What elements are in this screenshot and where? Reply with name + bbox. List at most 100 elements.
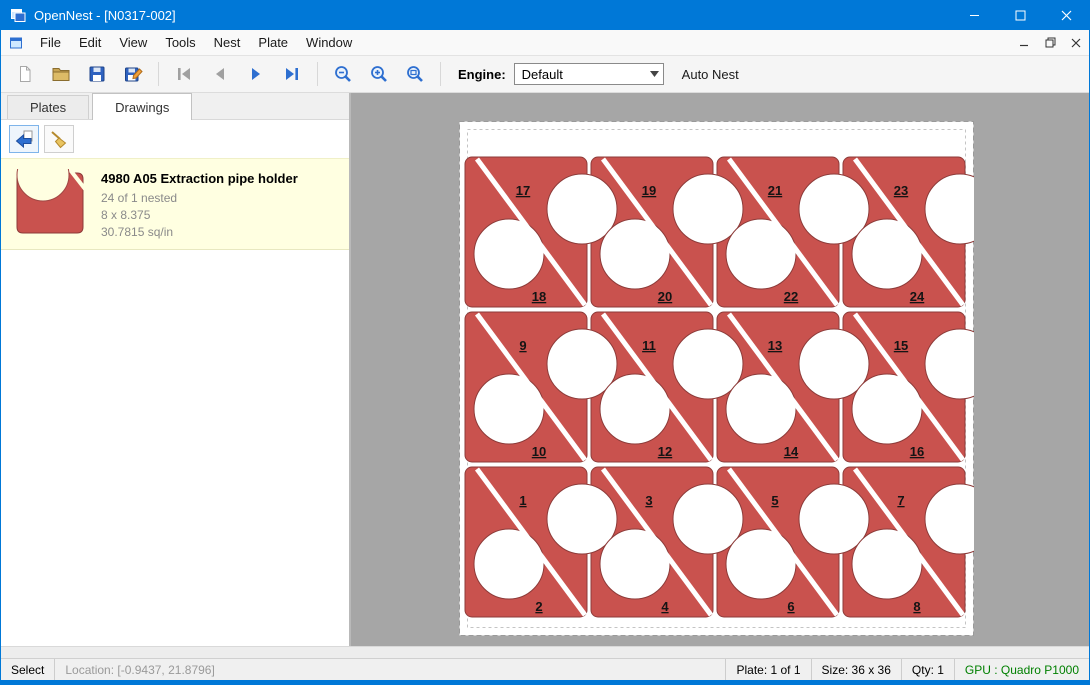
sidebar-tabbar: Plates Drawings <box>1 93 349 120</box>
part-cutout <box>726 529 796 599</box>
zoom-in-button[interactable] <box>361 59 397 89</box>
horizontal-scrollbar[interactable] <box>1 646 1089 658</box>
part-number: 17 <box>516 183 530 198</box>
document-icon[interactable] <box>9 36 23 50</box>
part-number: 23 <box>894 183 908 198</box>
toolbar-separator <box>317 62 318 86</box>
part-cutout <box>852 529 922 599</box>
app-window: OpenNest - [N0317-002] File Edit View To… <box>0 0 1090 685</box>
engine-value: Default <box>522 67 650 82</box>
part-number: 21 <box>768 183 782 198</box>
menu-item-tools[interactable]: Tools <box>156 31 204 54</box>
auto-nest-button[interactable]: Auto Nest <box>682 67 739 82</box>
new-button[interactable] <box>7 59 43 89</box>
part-number: 11 <box>642 338 656 353</box>
nav-next-button[interactable] <box>238 59 274 89</box>
engine-select[interactable]: Default <box>514 63 664 85</box>
main-toolbar: Engine: Default Auto Nest <box>1 56 1089 93</box>
part-cutout <box>726 374 796 444</box>
zoom-fit-button[interactable] <box>397 59 433 89</box>
menu-item-view[interactable]: View <box>110 31 156 54</box>
next-plate-icon <box>246 64 266 84</box>
zoom-out-icon <box>333 64 353 84</box>
part-cutout <box>600 374 670 444</box>
drawing-title: 4980 A05 Extraction pipe holder <box>101 171 298 186</box>
sidebar: Plates Drawings <box>1 93 351 646</box>
part-number: 10 <box>532 444 546 459</box>
part-cutout <box>474 374 544 444</box>
zoom-in-icon <box>369 64 389 84</box>
nav-first-button[interactable] <box>166 59 202 89</box>
save-as-button[interactable] <box>115 59 151 89</box>
clear-drawings-button[interactable] <box>44 125 74 153</box>
part-number: 12 <box>658 444 672 459</box>
menu-item-nest[interactable]: Nest <box>205 31 250 54</box>
part-number: 22 <box>784 289 798 304</box>
save-icon <box>87 64 107 84</box>
replace-drawing-button[interactable] <box>9 125 39 153</box>
part-number: 2 <box>535 599 542 614</box>
last-plate-icon <box>282 64 302 84</box>
nav-prev-button[interactable] <box>202 59 238 89</box>
status-bar: Select Location: [-0.9437, 21.8796] Plat… <box>1 658 1089 680</box>
nest-canvas[interactable]: 171819202122232491011121314151612345678 <box>351 93 1089 646</box>
window-bottom-border <box>1 680 1089 685</box>
nav-last-button[interactable] <box>274 59 310 89</box>
plate-svg: 171819202122232491011121314151612345678 <box>459 121 974 636</box>
menu-item-plate[interactable]: Plate <box>249 31 297 54</box>
part-cutout <box>474 529 544 599</box>
toolbar-separator <box>158 62 159 86</box>
drawing-nested-count: 24 of 1 nested <box>101 190 298 207</box>
status-gpu: GPU : Quadro P1000 <box>955 659 1089 680</box>
menu-item-window[interactable]: Window <box>297 31 361 54</box>
save-edit-icon <box>123 64 143 84</box>
part-number: 9 <box>519 338 526 353</box>
part-number: 15 <box>894 338 908 353</box>
part-number: 3 <box>645 493 652 508</box>
mdi-restore-button[interactable] <box>1037 32 1063 54</box>
broom-icon <box>49 129 69 149</box>
part-number: 24 <box>910 289 925 304</box>
tab-plates[interactable]: Plates <box>7 95 89 119</box>
part-number: 18 <box>532 289 546 304</box>
engine-label: Engine: <box>458 67 506 82</box>
toolbar-separator <box>440 62 441 86</box>
title-bar: OpenNest - [N0317-002] <box>1 0 1089 30</box>
arrow-left-icon <box>14 129 34 149</box>
save-button[interactable] <box>79 59 115 89</box>
part-number: 8 <box>913 599 920 614</box>
part-number: 1 <box>519 493 526 508</box>
maximize-button[interactable] <box>997 0 1043 30</box>
part-number: 5 <box>771 493 778 508</box>
part-number: 20 <box>658 289 672 304</box>
open-button[interactable] <box>43 59 79 89</box>
drawing-list-item[interactable]: 4980 A05 Extraction pipe holder 24 of 1 … <box>1 158 349 250</box>
status-mode: Select <box>1 659 55 680</box>
drawing-thumbnail <box>11 167 89 239</box>
zoom-out-button[interactable] <box>325 59 361 89</box>
part-cutout <box>726 219 796 289</box>
close-button[interactable] <box>1043 0 1089 30</box>
status-plate: Plate: 1 of 1 <box>725 659 811 680</box>
open-folder-icon <box>51 64 71 84</box>
part-number: 16 <box>910 444 924 459</box>
tab-drawings[interactable]: Drawings <box>92 93 192 120</box>
mdi-minimize-button[interactable] <box>1011 32 1037 54</box>
menu-item-file[interactable]: File <box>31 31 70 54</box>
part-number: 4 <box>661 599 669 614</box>
part-cutout <box>852 219 922 289</box>
menu-item-edit[interactable]: Edit <box>70 31 110 54</box>
plate: 171819202122232491011121314151612345678 <box>459 121 974 636</box>
part-cutout <box>600 529 670 599</box>
part-number: 14 <box>784 444 799 459</box>
part-cutout <box>474 219 544 289</box>
minimize-button[interactable] <box>951 0 997 30</box>
part-cutout <box>852 374 922 444</box>
menu-bar: File Edit View Tools Nest Plate Window <box>1 30 1089 56</box>
drawing-size: 8 x 8.375 <box>101 207 298 224</box>
part-cutout <box>600 219 670 289</box>
new-file-icon <box>15 64 35 84</box>
previous-plate-icon <box>210 64 230 84</box>
mdi-close-button[interactable] <box>1063 32 1089 54</box>
nested-parts-layer: 171819202122232491011121314151612345678 <box>465 157 974 617</box>
